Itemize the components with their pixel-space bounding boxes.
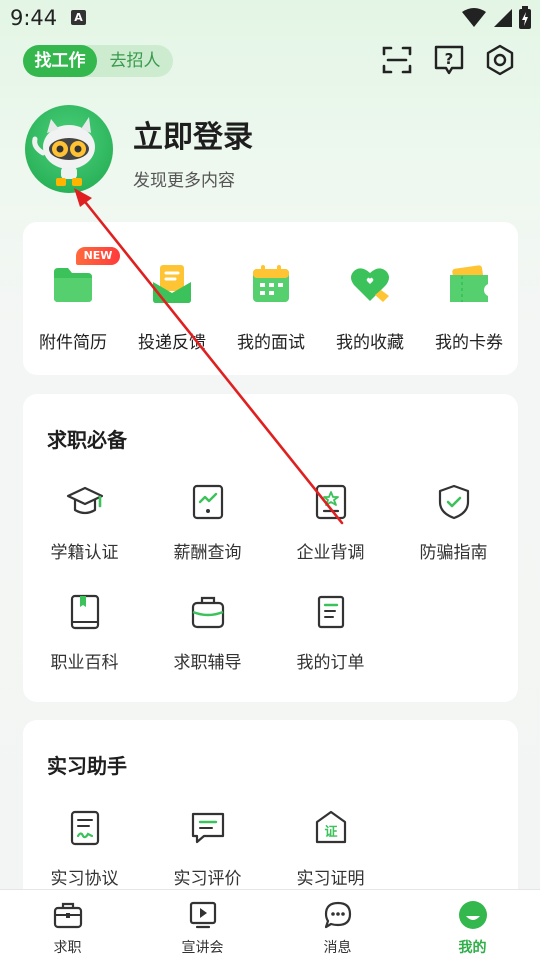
grid-item-salary[interactable]: 薪酬查询 — [146, 482, 269, 563]
tab-jobs[interactable]: 求职 — [0, 890, 135, 960]
svg-text:证: 证 — [324, 825, 337, 840]
grid-label: 防骗指南 — [419, 543, 488, 563]
quick-actions-card: 附件简历 投递反馈 我的面试 我的收藏 我的卡券 — [23, 222, 518, 375]
calendar-icon — [253, 265, 289, 302]
chat-icon — [324, 901, 351, 929]
grid-label: 薪酬查询 — [173, 543, 242, 563]
tab-label: 我的 — [458, 940, 487, 956]
grid-item-student-verify[interactable]: 学籍认证 — [23, 482, 146, 563]
coupon-icon — [450, 265, 488, 302]
status-time: 9:44 — [10, 6, 58, 30]
tab-label: 求职 — [53, 940, 82, 956]
wifi-icon — [462, 8, 486, 27]
signal-icon — [494, 9, 512, 27]
status-bar: 9:44 A — [0, 0, 540, 36]
tab-messages[interactable]: 消息 — [270, 890, 405, 960]
shield-check-icon — [438, 484, 469, 520]
quick-label: 我的面试 — [237, 333, 305, 353]
quick-item-interview[interactable]: 我的面试 — [222, 252, 320, 353]
recruit-tab[interactable]: 去招人 — [97, 45, 173, 77]
role-toggle[interactable]: 找工作 去招人 — [23, 45, 173, 77]
tab-label: 消息 — [323, 940, 352, 956]
quick-item-coupons[interactable]: 我的卡券 — [420, 252, 518, 353]
folder-icon — [54, 268, 92, 302]
heart-icon — [351, 268, 389, 302]
grid-label: 实习协议 — [50, 869, 119, 889]
grid-label: 职业百科 — [50, 653, 119, 673]
briefcase-icon — [191, 596, 224, 629]
company-check-icon — [315, 484, 346, 520]
tab-talks[interactable]: 宣讲会 — [135, 890, 270, 960]
grid-item-job-coaching[interactable]: 求职辅导 — [146, 592, 269, 673]
quick-item-feedback[interactable]: 投递反馈 — [123, 252, 221, 353]
quick-label: 我的收藏 — [336, 333, 404, 353]
grid-item-my-orders[interactable]: 我的订单 — [269, 592, 392, 673]
grid-label: 学籍认证 — [50, 543, 119, 563]
bottom-tab-bar: 求职 宣讲会 消息 我的 — [0, 889, 540, 960]
salary-chart-icon — [192, 484, 223, 520]
grid-label: 实习证明 — [296, 869, 365, 889]
grid-item-anti-fraud[interactable]: 防骗指南 — [392, 482, 515, 563]
quick-label: 投递反馈 — [138, 333, 206, 353]
section-title: 求职必备 — [47, 428, 127, 452]
svg-text:?: ? — [445, 50, 454, 68]
notification-badge: A — [71, 10, 86, 25]
play-icon — [189, 901, 216, 929]
grid-item-intern-agreement[interactable]: 实习协议 — [23, 808, 146, 889]
internship-card: 实习助手 实习协议 实习评价 证 实习证明 — [23, 720, 518, 910]
scan-icon[interactable] — [381, 44, 413, 76]
grid-item-intern-review[interactable]: 实习评价 — [146, 808, 269, 889]
login-subtitle: 发现更多内容 — [133, 171, 235, 191]
settings-icon[interactable] — [484, 44, 516, 76]
quick-item-favorites[interactable]: 我的收藏 — [321, 252, 419, 353]
grid-item-company-check[interactable]: 企业背调 — [269, 482, 392, 563]
grid-item-career-wiki[interactable]: 职业百科 — [23, 592, 146, 673]
tab-label: 宣讲会 — [181, 940, 224, 956]
envelope-icon — [153, 265, 191, 303]
system-icons — [462, 6, 532, 30]
grid-label: 求职辅导 — [173, 653, 242, 673]
profile-icon — [458, 901, 487, 929]
help-icon[interactable]: ? — [433, 44, 465, 76]
briefcase-icon — [53, 902, 82, 929]
agreement-icon — [70, 810, 99, 846]
grid-label: 企业背调 — [296, 543, 365, 563]
new-badge: NEW — [76, 247, 120, 265]
grid-label: 实习评价 — [173, 869, 242, 889]
order-icon — [317, 595, 344, 629]
quick-label: 附件简历 — [39, 333, 107, 353]
quick-label: 我的卡券 — [435, 333, 503, 353]
tab-mine[interactable]: 我的 — [405, 890, 540, 960]
certificate-icon: 证 — [315, 810, 346, 844]
section-title: 实习助手 — [47, 754, 127, 778]
job-essentials-card: 求职必备 学籍认证 薪酬查询 企业背调 防骗指南 职业百科 求职辅导 我的订单 — [23, 394, 518, 702]
book-icon — [70, 594, 99, 630]
graduation-cap-icon — [66, 486, 103, 515]
comment-icon — [191, 812, 224, 844]
find-job-tab[interactable]: 找工作 — [23, 45, 97, 77]
grid-label: 我的订单 — [296, 653, 365, 673]
grid-item-intern-certificate[interactable]: 证 实习证明 — [269, 808, 392, 889]
quick-item-resume[interactable]: 附件简历 — [24, 252, 122, 353]
avatar[interactable] — [25, 105, 113, 193]
battery-icon — [519, 6, 531, 29]
mascot-icon — [32, 117, 95, 186]
login-title[interactable]: 立即登录 — [133, 112, 253, 156]
